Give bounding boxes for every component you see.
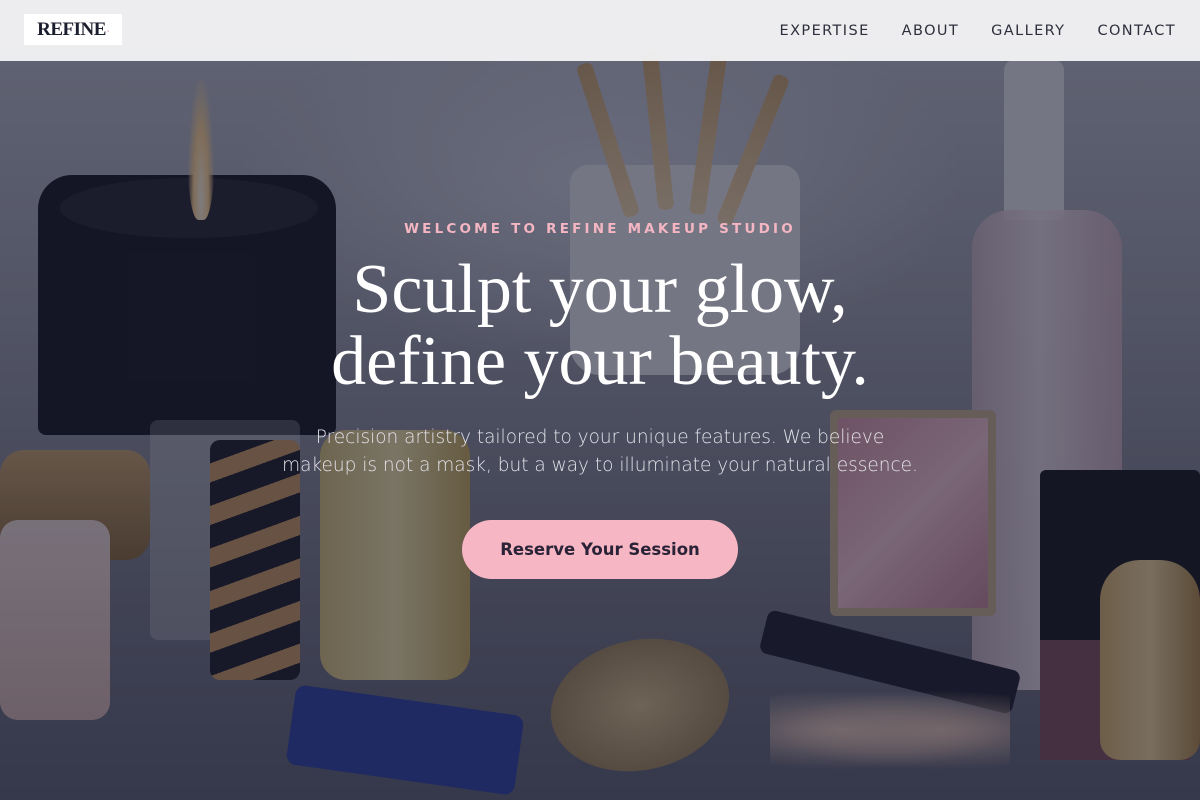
site-header: REFINE. EXPERTISE ABOUT GALLERY CONTACT <box>0 0 1200 61</box>
hero-subtext-line-1: Precision artistry tailored to your uniq… <box>315 427 885 448</box>
brand-logo-dot: . <box>106 24 110 35</box>
hero-dark-overlay <box>0 0 1200 800</box>
hero-subtext: Precision artistry tailored to your uniq… <box>250 424 950 480</box>
brand-logo[interactable]: REFINE. <box>24 14 122 45</box>
nav-item-about[interactable]: ABOUT <box>902 23 960 39</box>
brand-logo-text: REFINE <box>37 18 106 40</box>
hero-headline-line-2: define your beauty. <box>331 323 869 400</box>
hero-headline: Sculpt your glow, define your beauty. <box>0 254 1200 398</box>
nav-item-contact[interactable]: CONTACT <box>1097 23 1176 39</box>
nav-item-expertise[interactable]: EXPERTISE <box>780 23 870 39</box>
hero-background-image <box>0 0 1200 800</box>
nav-item-gallery[interactable]: GALLERY <box>991 23 1065 39</box>
hero-headline-line-1: Sculpt your glow, <box>352 251 848 328</box>
main-nav: EXPERTISE ABOUT GALLERY CONTACT <box>780 23 1176 39</box>
hero-eyebrow: WELCOME TO REFINE MAKEUP STUDIO <box>404 221 796 237</box>
hero-subtext-line-2: makeup is not a mask, but a way to illum… <box>282 455 918 476</box>
reserve-session-button[interactable]: Reserve Your Session <box>462 520 738 579</box>
